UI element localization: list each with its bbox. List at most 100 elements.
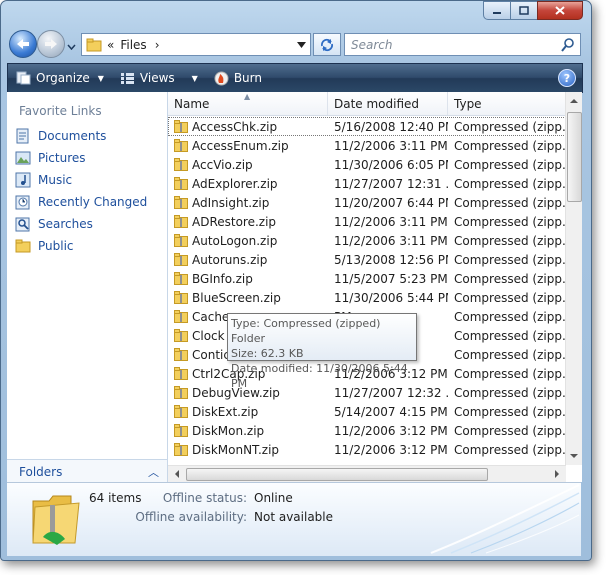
burn-button[interactable]: Burn <box>206 65 270 91</box>
file-name-cell[interactable]: DiskExt.zip <box>168 405 328 419</box>
file-name-cell[interactable]: DiskMonNT.zip <box>168 443 328 457</box>
zip-folder-icon <box>174 177 188 190</box>
file-date: 11/2/2006 3:12 PM <box>334 442 448 457</box>
file-name-cell[interactable]: AccVio.zip <box>168 158 328 172</box>
file-type: Compressed (zipp... <box>454 271 566 286</box>
zip-folder-icon <box>174 291 188 304</box>
scroll-right-icon[interactable] <box>551 467 563 481</box>
zip-folder-icon <box>174 272 188 285</box>
file-type: Compressed (zipp... <box>454 252 566 267</box>
file-name-cell[interactable]: BlueScreen.zip <box>168 291 328 305</box>
file-name-cell[interactable]: AccessChk.zip <box>168 120 328 134</box>
address-bar[interactable]: « Files › <box>81 33 311 56</box>
file-row[interactable]: AccessChk.zip 5/16/2008 12:40 PM Compresse… <box>168 117 566 136</box>
file-name-cell[interactable]: AccessEnum.zip <box>168 139 328 153</box>
nav-item-public[interactable]: Public <box>15 237 74 255</box>
caption-buttons <box>483 1 583 20</box>
nav-item-recently-changed[interactable]: Recently Changed <box>15 193 147 211</box>
file-name: DiskMon.zip <box>192 423 265 438</box>
forward-arrow-icon <box>45 39 57 49</box>
file-name: DiskMonNT.zip <box>192 442 280 457</box>
nav-item-label: Searches <box>38 217 93 231</box>
file-row[interactable]: AdInsight.zip 11/20/2007 6:44 PM Compresse… <box>168 193 566 212</box>
file-type: Compressed (zipp... <box>454 442 566 457</box>
scroll-left-icon[interactable] <box>171 467 183 481</box>
file-row[interactable]: ADRestore.zip 11/2/2006 3:11 PM Compressed… <box>168 212 566 231</box>
file-list: Name Date modified Type ▲ AccessChk.zip 5… <box>168 92 582 482</box>
offline-availability-label: Offline availability: <box>135 510 247 524</box>
file-name: Cache <box>192 309 230 324</box>
column-type-label: Type <box>454 96 482 111</box>
file-type: Compressed (zipp... <box>454 385 566 400</box>
zip-folder-icon <box>174 196 188 209</box>
zip-folder-icon <box>174 253 188 266</box>
file-type: Compressed (zipp... <box>454 366 566 381</box>
file-row[interactable]: BGInfo.zip 11/5/2007 5:23 PM Compressed (z… <box>168 269 566 288</box>
help-button[interactable]: ? <box>558 69 576 87</box>
column-type[interactable]: Type <box>448 92 566 115</box>
file-date: 5/14/2007 4:15 PM <box>334 404 448 419</box>
file-name-cell[interactable]: AdExplorer.zip <box>168 177 328 191</box>
forward-button[interactable] <box>37 30 65 58</box>
file-row[interactable]: Autoruns.zip 5/13/2008 12:56 PM Compressed… <box>168 250 566 269</box>
folders-toggle[interactable]: Folders ︿ <box>7 459 167 483</box>
file-row[interactable]: DiskMon.zip 11/2/2006 3:12 PM Compressed (… <box>168 421 566 440</box>
file-name-cell[interactable]: AutoLogon.zip <box>168 234 328 248</box>
file-row[interactable]: AccessEnum.zip 11/2/2006 3:11 PM Compresse… <box>168 136 566 155</box>
address-dropdown[interactable] <box>293 34 310 55</box>
nav-item-pictures[interactable]: Pictures <box>15 149 86 167</box>
file-name-cell[interactable]: DiskMon.zip <box>168 424 328 438</box>
search-input[interactable]: Search <box>345 38 560 52</box>
file-date: 11/2/2006 3:11 PM <box>334 214 448 229</box>
file-tooltip: Type: Compressed (zipped) Folder Size: 6… <box>227 313 417 390</box>
vertical-scroll-thumb[interactable] <box>567 112 582 202</box>
details-pane: 64 items Offline status: Online Offline … <box>7 482 581 556</box>
search-box[interactable]: Search <box>344 33 581 56</box>
address-location[interactable]: Files <box>120 38 146 52</box>
decorative-swoosh <box>430 484 580 554</box>
scroll-up-icon[interactable] <box>567 95 581 107</box>
horizontal-scrollbar[interactable] <box>168 465 566 482</box>
views-menu[interactable]: Views ▼ <box>112 65 206 91</box>
public-folder-icon <box>15 239 31 253</box>
file-row[interactable]: AccVio.zip 11/30/2006 6:05 PM Compressed (… <box>168 155 566 174</box>
file-row[interactable]: DiskExt.zip 5/14/2007 4:15 PM Compressed (… <box>168 402 566 421</box>
close-button[interactable] <box>537 1 583 20</box>
file-type: Compressed (zipp... <box>454 328 566 343</box>
nav-item-label: Documents <box>38 129 107 143</box>
back-button[interactable] <box>9 30 37 58</box>
nav-item-music[interactable]: Music <box>15 171 72 189</box>
column-date-modified[interactable]: Date modified <box>328 92 448 115</box>
folder-icon <box>86 38 102 51</box>
vertical-scrollbar[interactable] <box>565 92 582 465</box>
file-row[interactable]: DiskMonNT.zip 11/2/2006 3:12 PM Compressed… <box>168 440 566 459</box>
file-name-cell[interactable]: ADRestore.zip <box>168 215 328 229</box>
zip-folder-large-icon <box>32 495 80 545</box>
recent-pages-dropdown[interactable] <box>67 39 76 53</box>
address-separator[interactable]: › <box>155 38 160 52</box>
maximize-button[interactable] <box>510 1 538 20</box>
file-name-cell[interactable]: BGInfo.zip <box>168 272 328 286</box>
zip-folder-icon <box>174 443 188 456</box>
file-type: Compressed (zipp... <box>454 195 566 210</box>
organize-menu[interactable]: Organize ▼ <box>8 65 112 91</box>
nav-item-documents[interactable]: Documents <box>15 127 106 145</box>
file-name: AutoLogon.zip <box>192 233 278 248</box>
file-name-cell[interactable]: Autoruns.zip <box>168 253 328 267</box>
file-date: 5/13/2008 12:56 PM <box>334 252 448 267</box>
scroll-down-icon[interactable] <box>567 450 581 462</box>
zip-folder-icon <box>174 329 188 342</box>
file-name-cell[interactable]: AdInsight.zip <box>168 196 328 210</box>
search-icon[interactable] <box>560 37 576 53</box>
minimize-button[interactable] <box>483 1 511 20</box>
file-row[interactable]: BlueScreen.zip 11/30/2006 5:44 PM Compress… <box>168 288 566 307</box>
file-row[interactable]: AdExplorer.zip 11/27/2007 12:31 ... Compre… <box>168 174 566 193</box>
file-type: Compressed (zipp... <box>454 423 566 438</box>
zip-folder-icon <box>174 367 188 380</box>
command-bar: Organize ▼ Views ▼ Burn ? <box>7 63 583 93</box>
refresh-icon <box>320 38 334 51</box>
refresh-button[interactable] <box>313 33 341 56</box>
nav-item-searches[interactable]: Searches <box>15 215 93 233</box>
horizontal-scroll-thumb[interactable] <box>186 468 488 481</box>
file-row[interactable]: AutoLogon.zip 11/2/2006 3:11 PM Compressed… <box>168 231 566 250</box>
